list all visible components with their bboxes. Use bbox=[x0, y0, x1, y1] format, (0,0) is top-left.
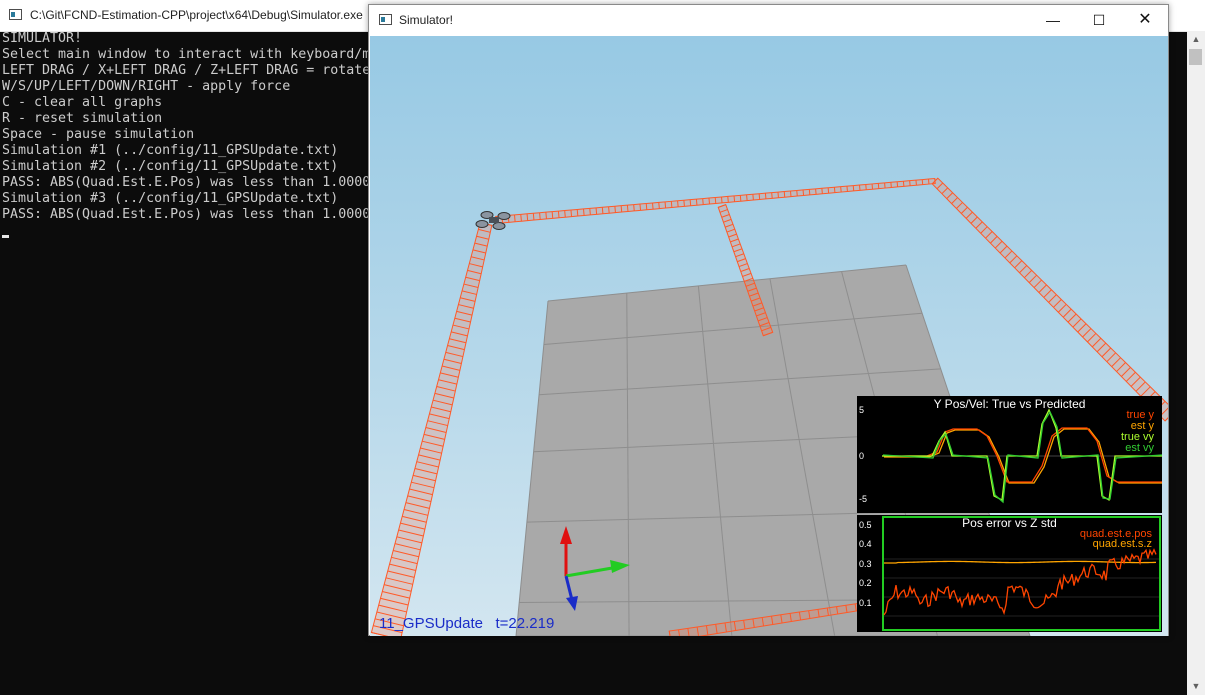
simulator-titlebar[interactable]: Simulator! — ☐ ✕ bbox=[369, 5, 1168, 35]
config-name: 11_GPSUpdate bbox=[379, 615, 483, 632]
trail-rung bbox=[570, 209, 573, 217]
trail-rung bbox=[639, 203, 642, 211]
trail-segment bbox=[495, 177, 936, 225]
trail-rung bbox=[532, 213, 535, 221]
trail-rung bbox=[564, 210, 566, 218]
trail-rung bbox=[658, 202, 660, 209]
trail-rung bbox=[583, 208, 585, 216]
graph1-plot bbox=[882, 408, 1162, 504]
trail-rung bbox=[733, 195, 736, 202]
scroll-down-arrow-icon[interactable]: ▼ bbox=[1187, 678, 1205, 695]
trail-rung bbox=[526, 213, 529, 221]
simulator-app-icon bbox=[379, 14, 392, 25]
graph1-legend: true y est y true vy est vy bbox=[1121, 409, 1154, 454]
trail-rung bbox=[626, 205, 629, 212]
maximize-button[interactable]: ☐ bbox=[1076, 5, 1122, 35]
console-cursor bbox=[2, 235, 9, 238]
trail-rung bbox=[614, 206, 616, 213]
trail-rung bbox=[551, 211, 554, 219]
graph-pos-error[interactable]: 0.5 0.4 0.3 0.2 0.1 Pos error vs Z std q… bbox=[857, 515, 1162, 632]
trail-rung bbox=[746, 194, 748, 201]
simulator-window[interactable]: Simulator! — ☐ ✕ 11_GPSUpdate t=22.219 Y… bbox=[368, 4, 1169, 636]
trail-rung bbox=[620, 205, 623, 213]
trail-rung bbox=[545, 212, 547, 219]
trail-rung bbox=[595, 207, 598, 215]
console-title: C:\Git\FCND-Estimation-CPP\project\x64\D… bbox=[30, 8, 363, 22]
trail-rung bbox=[689, 199, 692, 206]
simulation-status: 11_GPSUpdate t=22.219 bbox=[379, 615, 554, 632]
trail-rung bbox=[739, 195, 742, 202]
trail-rung bbox=[714, 197, 717, 204]
trail-rung bbox=[576, 209, 579, 217]
trail-rung bbox=[752, 194, 754, 201]
trail-rung bbox=[601, 207, 604, 214]
scroll-up-arrow-icon[interactable]: ▲ bbox=[1187, 31, 1205, 48]
3d-viewport[interactable]: 11_GPSUpdate t=22.219 Y Pos/Vel: True vs… bbox=[370, 36, 1168, 636]
trail-rung bbox=[695, 199, 698, 206]
close-button[interactable]: ✕ bbox=[1122, 5, 1168, 35]
trail-segment bbox=[931, 177, 1168, 422]
trail-rung bbox=[702, 198, 704, 205]
trail-rung bbox=[727, 196, 729, 203]
simulator-title: Simulator! bbox=[399, 13, 454, 27]
trail-rung bbox=[683, 200, 685, 207]
graph-y-pos-vel[interactable]: Y Pos/Vel: True vs Predicted 5 0 -5 true… bbox=[857, 396, 1162, 513]
trail-rung bbox=[557, 211, 560, 218]
trail-rung bbox=[708, 198, 710, 205]
trail-rung bbox=[633, 204, 635, 211]
trail-rung bbox=[645, 203, 648, 210]
minimize-button[interactable]: — bbox=[1030, 5, 1076, 35]
trail-rung bbox=[670, 201, 673, 208]
trail-rung bbox=[589, 208, 591, 215]
trail-rung bbox=[771, 192, 773, 199]
trail-rung bbox=[514, 214, 516, 222]
graph2-pos-error bbox=[883, 548, 1157, 616]
trail-rung bbox=[520, 214, 522, 222]
trail-rung bbox=[664, 201, 667, 209]
graph2-legend: quad.est.e.pos quad.est.s.z bbox=[1080, 528, 1152, 550]
trail-rung bbox=[783, 191, 786, 198]
console-output: SIMULATOR! Select main window to interac… bbox=[2, 31, 371, 222]
trail-rung bbox=[777, 192, 779, 198]
sim-time: t=22.219 bbox=[495, 615, 555, 632]
trail-rung bbox=[652, 202, 654, 210]
trail-rung bbox=[539, 212, 541, 220]
trail-rung bbox=[721, 196, 723, 203]
trail-segment bbox=[370, 221, 493, 636]
trail-rung bbox=[758, 193, 761, 200]
scroll-thumb[interactable] bbox=[1189, 49, 1202, 65]
legend-est-vy: est vy bbox=[1125, 442, 1154, 454]
console-scrollbar[interactable]: ▲ ▼ bbox=[1187, 31, 1205, 695]
trail-rung bbox=[790, 190, 792, 197]
trail-rung bbox=[764, 193, 767, 199]
console-app-icon bbox=[9, 9, 22, 20]
trail-rung bbox=[677, 200, 679, 207]
trail-rung bbox=[608, 206, 610, 214]
